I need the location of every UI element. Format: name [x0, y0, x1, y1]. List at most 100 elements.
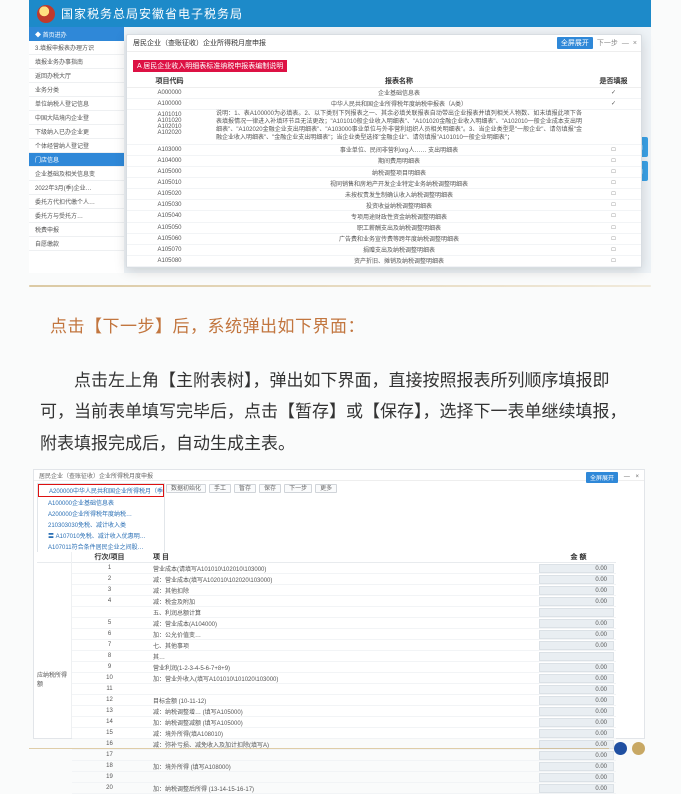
- form-row[interactable]: 20加：纳税调整后所得 (13-14-15-16-17)0.00: [72, 783, 616, 794]
- sidebar-item[interactable]: 2022年3月(季)企业…: [29, 181, 124, 195]
- tool-tempsave[interactable]: 暂存: [234, 484, 256, 493]
- amount-cell[interactable]: [539, 608, 614, 617]
- form-row[interactable]: 12目标金额 (10-11-12)0.00: [72, 695, 616, 706]
- sidebar-item[interactable]: 个体经营纳人登记登: [29, 139, 124, 153]
- amount-cell[interactable]: 0.00: [539, 784, 614, 793]
- form-row[interactable]: 13减：纳税调整增… (填写A105000)0.00: [72, 706, 616, 717]
- sidebar-item[interactable]: 自愿缴款: [29, 237, 124, 251]
- amount-cell[interactable]: 0.00: [539, 696, 614, 705]
- sidebar-item[interactable]: 3.填报申报表办理方识: [29, 41, 124, 55]
- tree-node[interactable]: A100000企业基础信息表: [38, 497, 164, 508]
- amount-cell[interactable]: 0.00: [539, 718, 614, 727]
- sidebar-item[interactable]: 委托方代扣代缴个人…: [29, 195, 124, 209]
- screenshot-1: 国家税务总局安徽省电子税务局 ◆ 首页进办 3.填报申报表办理方识 填报业务办事…: [29, 0, 651, 273]
- amount-cell[interactable]: 0.00: [539, 619, 614, 628]
- tree-node-highlight[interactable]: A200000中华人民共和国企业所得税月（季）…: [38, 484, 164, 497]
- form-row[interactable]: 15减：境外所得(填A108010)0.00: [72, 728, 616, 739]
- close-icon[interactable]: ×: [635, 474, 639, 480]
- table-row[interactable]: A104000期间费用明细表□: [127, 156, 641, 167]
- sidebar-item[interactable]: 中国大陆境内企业登: [29, 111, 124, 125]
- amount-cell[interactable]: [539, 652, 614, 661]
- table-row[interactable]: A105030投资收益纳税调整明细表□: [127, 200, 641, 211]
- amount-cell[interactable]: 0.00: [539, 751, 614, 760]
- tool-next[interactable]: 下一步: [284, 484, 312, 493]
- amount-cell[interactable]: 0.00: [539, 575, 614, 584]
- screenshot-2: 居民企业（查账征收）企业所得税月度申报 下一步 — × 全屏展开 A200000…: [33, 469, 645, 739]
- sidebar-item-active[interactable]: 门店信息: [29, 153, 124, 167]
- tree-node[interactable]: 〓 A107010免税、减计收入优惠明…: [38, 530, 164, 541]
- form-row[interactable]: 6加：公允价值变…0.00: [72, 629, 616, 640]
- tree-node[interactable]: A107011符合条件居民企业之间股…: [38, 541, 164, 552]
- sidebar-item[interactable]: 单位纳税人登记信息: [29, 97, 124, 111]
- amount-cell[interactable]: 0.00: [539, 773, 614, 782]
- tax-emblem-icon: [37, 5, 55, 23]
- form-row[interactable]: 9营业利润(1-2-3-4-5-6-7+8+9)0.00: [72, 662, 616, 673]
- tool-save[interactable]: 保存: [259, 484, 281, 493]
- table-row[interactable]: A101010 A101020 A102010 A102020 说明：1、表A1…: [127, 110, 641, 145]
- amount-cell[interactable]: 0.00: [539, 641, 614, 650]
- sidebar-item[interactable]: 税费申报: [29, 223, 124, 237]
- dash-icon[interactable]: —: [622, 40, 629, 47]
- amount-cell[interactable]: 0.00: [539, 707, 614, 716]
- amount-cell[interactable]: 0.00: [539, 564, 614, 573]
- form-row[interactable]: 110.00: [72, 684, 616, 695]
- tool-init[interactable]: 数据初始化: [166, 484, 206, 493]
- table-row[interactable]: A000000企业基础信息表✓: [127, 88, 641, 99]
- workspace: ◆ 首页进办 3.填报申报表办理方识 填报业务办事指南 返回办税大厅 业务分类 …: [29, 27, 651, 273]
- red-tag: A 居民企业收入明细表标准纳税申报表编制说明: [133, 60, 287, 72]
- left-stub-header: 应纳税所得额: [37, 563, 71, 794]
- tool-manual[interactable]: 手工: [209, 484, 231, 493]
- form-row[interactable]: 1营业成本(请填写A101010\102010\103000)0.00: [72, 563, 616, 574]
- tree-node[interactable]: A200000企业所得税年度纳税…: [38, 508, 164, 519]
- amount-cell[interactable]: 0.00: [539, 674, 614, 683]
- table-row[interactable]: A105070捐赠支出及纳税调整明细表□: [127, 245, 641, 256]
- amount-cell[interactable]: 0.00: [539, 729, 614, 738]
- amount-cell[interactable]: 0.00: [539, 685, 614, 694]
- instruction-paragraph: 点击左上角【主附表树】，弹出如下界面，直接按照报表所列顺序填报即可，当前表单填写…: [40, 365, 641, 459]
- sidebar-item[interactable]: 委托方与受托方…: [29, 209, 124, 223]
- table-row[interactable]: A105020未按权责发生制确认收入纳税调整明细表□: [127, 189, 641, 200]
- form-row[interactable]: 7七、其他事项0.00: [72, 640, 616, 651]
- form-row[interactable]: 14加：纳税调整减额 (填写A105000)0.00: [72, 717, 616, 728]
- tree-node[interactable]: 210303030免税、减计收入类: [38, 519, 164, 530]
- form-row[interactable]: 5减：营业成本(A104000)0.00: [72, 618, 616, 629]
- left-stub: 应纳税所得额: [37, 552, 72, 738]
- form-row[interactable]: 4减：税金及附加0.00: [72, 596, 616, 607]
- form-row[interactable]: 五、利润总额计算: [72, 607, 616, 618]
- sidebar-item[interactable]: 下级纳入已办企业更: [29, 125, 124, 139]
- expand-button[interactable]: 全屏展开: [557, 37, 593, 49]
- amount-cell[interactable]: 0.00: [539, 762, 614, 771]
- sidebar-item[interactable]: 返回办税大厅: [29, 69, 124, 83]
- report-select-modal: 居民企业（查账征收）企业所得税月度申报 全屏展开 下一步 — × A 居民企业收…: [126, 34, 642, 268]
- table-row[interactable]: A105040专项用途财政性资金纳税调整明细表□: [127, 211, 641, 222]
- table-row[interactable]: A105080资产折旧、摊销及纳税调整明细表□: [127, 256, 641, 267]
- table-row[interactable]: A105060广告费和业务宣传费等跨年度纳税调整明细表□: [127, 234, 641, 245]
- expand-button-2[interactable]: 全屏展开: [586, 472, 618, 483]
- form-row[interactable]: 170.00: [72, 750, 616, 761]
- sidebar-item[interactable]: 企业基础及相关信息变: [29, 167, 124, 181]
- next-button[interactable]: 下一步: [597, 38, 618, 48]
- amount-cell[interactable]: 0.00: [539, 597, 614, 606]
- form-row[interactable]: 190.00: [72, 772, 616, 783]
- table-row[interactable]: A105010视同销售和房地产开发企业特定业务纳税调整明细表□: [127, 178, 641, 189]
- table-row[interactable]: A105050职工薪酬支出及纳税调整明细表□: [127, 223, 641, 234]
- form-row[interactable]: 3减：其他扣除0.00: [72, 585, 616, 596]
- amount-cell[interactable]: 0.00: [539, 586, 614, 595]
- fh-left: 行次/项目: [72, 552, 147, 562]
- dash-icon[interactable]: —: [624, 474, 630, 480]
- table-row[interactable]: A105000纳税调整项目明细表□: [127, 167, 641, 178]
- form-row[interactable]: 8其…: [72, 651, 616, 662]
- form-row[interactable]: 10加：营业外收入(填写A101010\101020\103000)0.00: [72, 673, 616, 684]
- sidebar-item[interactable]: 填报业务办事指南: [29, 55, 124, 69]
- amount-cell[interactable]: 0.00: [539, 630, 614, 639]
- sidebar-item[interactable]: 业务分类: [29, 83, 124, 97]
- sidebar-header[interactable]: ◆ 首页进办: [29, 27, 124, 41]
- modal-header: 居民企业（查账征收）企业所得税月度申报 全屏展开 下一步 — ×: [127, 35, 641, 52]
- tool-more[interactable]: 更多: [315, 484, 337, 493]
- table-row[interactable]: A103000事业单位、民间非营利org人…… 支出明细表□: [127, 145, 641, 156]
- amount-cell[interactable]: 0.00: [539, 663, 614, 672]
- form-row[interactable]: 2减：营业成本(填写A102010\102020\103000)0.00: [72, 574, 616, 585]
- form-row[interactable]: 18加：境外所得 (填写A108000)0.00: [72, 761, 616, 772]
- toolbar: 数据初始化 手工 暂存 保存 下一步 更多: [166, 484, 337, 493]
- close-icon[interactable]: ×: [633, 40, 637, 47]
